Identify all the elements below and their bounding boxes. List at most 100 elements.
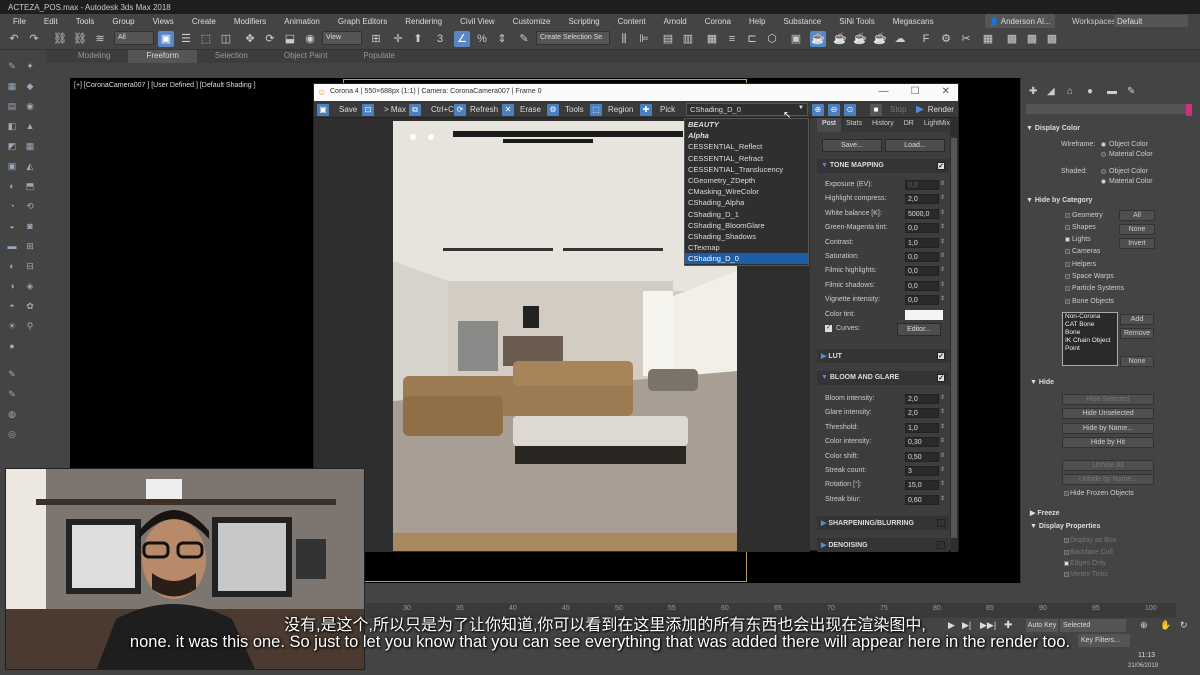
edit-named-selection-icon[interactable]: ✎ [516,31,532,47]
streak-blur-input[interactable]: 0,60 [905,494,939,505]
menu-scripting[interactable]: Scripting [559,17,608,26]
scrollbar-thumb[interactable] [951,138,957,538]
tool-icon-31[interactable]: ✎ [6,388,18,400]
hide-by-hit-button[interactable]: Hide by Hit [1062,437,1154,448]
select-object-icon[interactable]: ▣ [158,31,174,47]
filmic-highlights-input[interactable]: 0,0 [905,266,939,277]
bloom-intensity-input[interactable]: 2,0 [905,394,939,404]
key-mode-icon[interactable]: ✚ [1004,620,1012,631]
render-production-icon[interactable]: ☕ [832,31,848,47]
tool-icon-33[interactable]: ◎ [6,428,18,440]
channel-option[interactable]: CGeometry_ZDepth [685,175,808,186]
glare-intensity-input[interactable]: 2,0 [905,408,939,419]
geometry-checkbox[interactable] [1065,213,1070,218]
vertex-ticks-checkbox[interactable] [1064,572,1069,577]
tool-icon-28[interactable]: ⚲ [24,320,36,332]
spinner-icon[interactable]: ⇕ [940,209,945,216]
workspace-dropdown[interactable]: Default [1114,15,1188,27]
channel-option[interactable]: CESSENTIAL_Translucency [685,164,808,175]
invert-button[interactable]: Invert [1119,238,1155,249]
menu-sini-tools[interactable]: SiNi Tools [830,17,883,26]
ribbon-toggle-icon[interactable]: ▦ [704,31,720,47]
spinner-icon[interactable]: ⇕ [940,452,945,459]
rotate-icon[interactable]: ⟳ [262,31,278,47]
pick-button[interactable]: ✚ Pick [640,103,675,116]
render-iterative-icon[interactable]: ☕ [852,31,868,47]
hide-selected-button[interactable]: Hide Selected [1062,394,1154,405]
create-tab-icon[interactable]: ✚ [1029,86,1037,97]
render-button[interactable]: ▶ Render [916,103,954,116]
curves-editor-button[interactable]: Editor... [897,323,941,336]
denoising-checkbox[interactable] [937,541,945,549]
spinner-icon[interactable]: ⇕ [940,281,945,288]
color-tint-swatch[interactable] [905,309,943,320]
tool-icon-29[interactable]: ● [6,340,18,352]
tool-icon-25[interactable]: ◓ [6,300,18,312]
green-magenta-input[interactable]: 0,0 [905,223,939,234]
spinner-icon[interactable]: ⇕ [940,495,945,502]
plugin-icon-3[interactable]: ▩ [1044,31,1060,47]
ribbon-tab-populate[interactable]: Populate [345,50,413,63]
hide-by-category-header[interactable]: ▼ Hide by Category [1026,197,1196,204]
hierarchy-tab-icon[interactable]: ⌂ [1067,86,1073,97]
zoom-fit-button[interactable]: ⊙ [844,103,860,116]
spinner-icon[interactable]: ⇕ [940,394,945,401]
zoom-out-button[interactable]: ⊖ [828,103,844,116]
tool-icon-6[interactable]: ◉ [24,100,36,112]
selection-filter-dropdown[interactable]: All [114,31,154,45]
erase-button[interactable]: ✕ Erase [502,103,541,116]
tool-icon-14[interactable]: ⬒ [24,180,36,192]
channel-option[interactable]: CShading_BloomGlare [685,220,808,231]
select-manipulate-icon[interactable]: ✛ [390,31,406,47]
zoom-icon[interactable]: ⊕ [1140,620,1148,631]
menu-group[interactable]: Group [103,17,143,26]
color-shift-input[interactable]: 0,50 [905,451,939,462]
panel-scrollbar[interactable] [950,118,958,552]
tools-button[interactable]: ⚙ Tools [547,103,584,116]
pivot-icon[interactable]: ⊞ [368,31,384,47]
tool-icon-17[interactable]: ◒ [6,220,18,232]
railclone-icon[interactable]: ⚙ [938,31,954,47]
reference-coord-dropdown[interactable]: View [322,31,362,45]
unlink-icon[interactable]: ⛓ [72,31,88,47]
maximize-icon[interactable]: ☐ [911,86,920,97]
tool-icon-22[interactable]: ⊟ [24,260,36,272]
spinner-icon[interactable]: ⇕ [940,180,945,187]
tab-dr[interactable]: DR [899,118,919,132]
display-tab-icon[interactable]: ▬ [1107,86,1117,97]
percent-snap-icon[interactable]: % [474,31,490,47]
spinner-icon[interactable]: ⇕ [940,466,945,473]
particle-systems-checkbox[interactable] [1065,286,1070,291]
tone-mapping-header[interactable]: ▼ TONE MAPPING ✓ [817,159,949,173]
vignette-input[interactable]: 0,0 [905,295,939,306]
all-button[interactable]: All [1119,210,1155,221]
minimize-icon[interactable]: — [879,86,889,97]
wireframe-material-color-radio[interactable] [1101,152,1106,157]
hide-unselected-button[interactable]: Hide Unselected [1062,408,1154,419]
channel-option[interactable]: CShading_Alpha [685,197,808,208]
saturation-input[interactable]: 0,0 [905,252,939,262]
menu-megascans[interactable]: Megascans [884,17,943,26]
menu-create[interactable]: Create [183,17,225,26]
tool-icon-12[interactable]: ◭ [24,160,36,172]
hide-by-name-button[interactable]: Hide by Name... [1062,423,1154,434]
pan-icon[interactable]: ✋ [1160,620,1171,631]
menu-help[interactable]: Help [740,17,774,26]
menu-tools[interactable]: Tools [67,17,104,26]
tab-history[interactable]: History [867,118,899,132]
white-balance-input[interactable]: 5000,0 [905,208,939,219]
copy-button[interactable]: ⧉ Ctrl+C [409,103,454,116]
spinner-icon[interactable]: ⇕ [940,238,945,245]
auto-key-button[interactable]: Auto Key [1026,619,1058,632]
forest-pack-icon[interactable]: F [918,31,934,47]
menu-civil-view[interactable]: Civil View [451,17,504,26]
to-max-button[interactable]: ⊡ > Max [362,103,406,116]
spinner-icon[interactable]: ⇕ [940,480,945,487]
scale-icon[interactable]: ⬓ [282,31,298,47]
tool-icon-11[interactable]: ▣ [6,160,18,172]
tool-icon-10[interactable]: ▦ [24,140,36,152]
menu-content[interactable]: Content [609,17,655,26]
tool-icon-32[interactable]: ◍ [6,408,18,420]
tab-post[interactable]: Post [817,118,842,132]
color-intensity-input[interactable]: 0,30 [905,437,939,448]
